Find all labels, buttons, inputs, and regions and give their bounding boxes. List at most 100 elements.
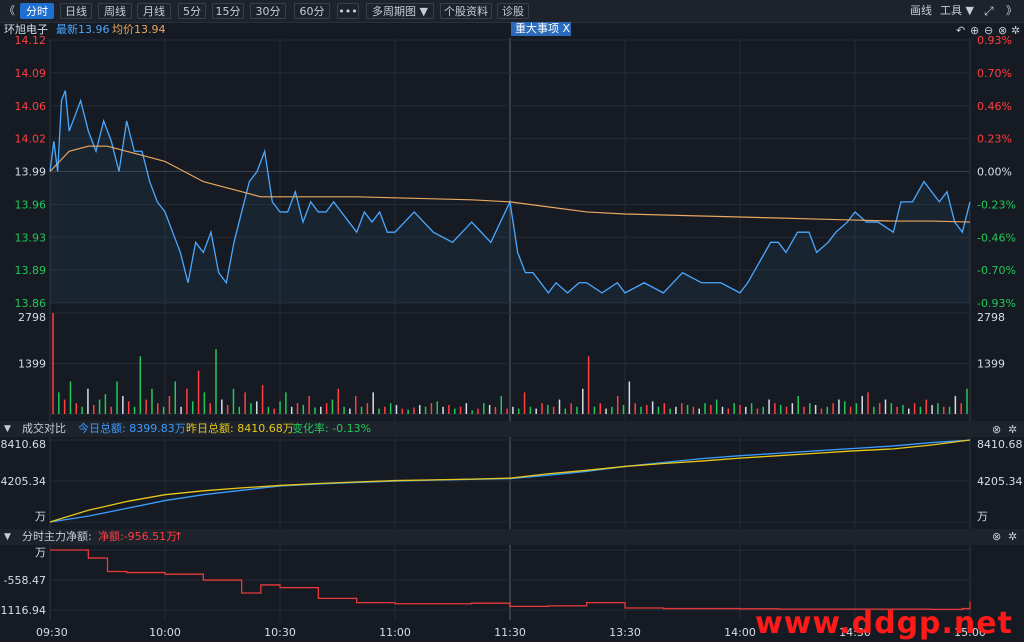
volume-bar — [721, 406, 724, 414]
volume-bar — [81, 406, 83, 414]
net-flow-value: 净额:-956.51万 — [98, 530, 178, 543]
volume-bar — [168, 395, 171, 414]
time-tick-label: 10:30 — [264, 626, 296, 639]
volume-bar — [424, 406, 427, 414]
volume-bar — [873, 406, 875, 414]
volume-bar — [750, 403, 753, 414]
volume-bar — [809, 403, 811, 414]
turnover-title: 成交对比 — [22, 422, 66, 435]
time-tick-label: 14:00 — [724, 626, 756, 639]
volume-bar — [290, 406, 293, 414]
volume-bar — [931, 404, 933, 414]
volume-bar — [564, 408, 567, 414]
volume-bar — [634, 403, 636, 414]
volume-bar — [279, 401, 281, 414]
volume-bar — [407, 409, 409, 414]
volume-bar — [389, 403, 392, 414]
volume-bar — [448, 404, 450, 414]
time-tick-label: 13:30 — [609, 626, 641, 639]
volume-bar — [133, 406, 136, 414]
turnover-tick-label: 8410.68 — [1, 438, 47, 451]
flow-tick-label: 万 — [35, 546, 46, 559]
volume-bar — [692, 406, 695, 414]
price-tick-label: 14.12 — [15, 34, 47, 47]
volume-bar — [337, 388, 340, 414]
close-icon[interactable]: ⊗ — [992, 529, 1001, 545]
volume-bar — [966, 388, 968, 414]
flow-tick-label: -1116.94 — [0, 604, 46, 617]
volume-bar — [616, 395, 619, 414]
turnover-tick-label: 4205.34 — [977, 475, 1023, 488]
volume-bar — [529, 406, 532, 414]
volume-bar — [244, 392, 246, 414]
volume-bar — [558, 399, 561, 414]
volume-bar — [308, 395, 310, 414]
turnover-tick-label: 4205.34 — [1, 475, 47, 488]
volume-bar — [366, 403, 369, 414]
gear-icon[interactable]: ✲ — [1008, 529, 1017, 545]
volume-bar — [186, 388, 188, 414]
volume-bar — [157, 403, 159, 414]
volume-bar — [250, 403, 252, 414]
price-tick-label: 14.06 — [15, 100, 47, 113]
volume-bar — [646, 404, 648, 414]
volume-bar — [867, 392, 869, 414]
volume-bar — [320, 406, 322, 414]
volume-bar — [413, 407, 415, 414]
volume-bar — [896, 406, 898, 414]
volume-bar — [913, 403, 916, 414]
volume-bar — [902, 404, 904, 414]
volume-bar — [884, 399, 887, 414]
volume-bar — [104, 394, 107, 414]
volume-bar — [52, 313, 54, 414]
volume-bar — [803, 406, 805, 414]
volume-bar — [756, 408, 759, 414]
volume-bar — [354, 395, 357, 414]
volume-bar — [174, 381, 177, 414]
volume-bar — [727, 408, 730, 414]
price-tick-label: 13.93 — [15, 231, 47, 244]
volume-bar — [663, 403, 666, 414]
change-rate: 变化率: -0.13% — [292, 422, 372, 435]
volume-bar — [838, 399, 840, 414]
volume-bar — [797, 395, 799, 414]
volume-bar — [535, 408, 537, 414]
volume-bar — [116, 381, 118, 414]
axis-labels: 14.12 0.93% 14.09 0.70% 14.06 0.46% 14.02 0.23%… — [0, 34, 1023, 639]
turnover-header: ▼ 成交对比 今日总额: 8399.83万 昨日总额: 8410.68万 变化率… — [0, 421, 1024, 437]
volume-bar — [733, 403, 735, 414]
volume-bar — [483, 403, 485, 414]
net-flow-title: 分时主力净额: — [22, 530, 92, 543]
volume-bar — [960, 403, 962, 414]
up-arrow-icon: ↑ — [174, 530, 184, 543]
yesterday-total: 昨日总额: 8410.68万 — [186, 422, 294, 435]
gear-icon[interactable]: ✲ — [1008, 424, 1017, 436]
pct-tick-label: -0.70% — [977, 264, 1016, 277]
close-icon[interactable]: ⊗ — [992, 424, 1001, 436]
time-tick-label: 11:30 — [494, 626, 526, 639]
volume-bar — [477, 408, 479, 414]
today-total: 今日总额: 8399.83万 — [78, 422, 186, 435]
volume-bar — [919, 406, 922, 414]
volume-bar — [69, 381, 72, 414]
volume-bar — [139, 356, 142, 414]
volume-bar — [314, 407, 316, 414]
price-tick-label: 14.02 — [15, 133, 47, 146]
volume-bar — [762, 406, 764, 414]
volume-bar — [430, 403, 433, 414]
volume-bar — [273, 408, 275, 414]
watermark: www.ddgp.net — [755, 606, 1013, 641]
collapse-icon[interactable]: ▼ — [4, 529, 11, 545]
volume-bar — [494, 406, 497, 414]
collapse-icon[interactable]: ▼ — [4, 421, 11, 437]
volume-bar — [593, 406, 596, 414]
price-tick-label: 13.86 — [15, 297, 47, 310]
volume-bar — [512, 406, 514, 414]
volume-bar — [843, 401, 846, 414]
volume-bar — [861, 395, 863, 414]
volume-bar — [98, 399, 101, 414]
volume-bar — [698, 408, 700, 414]
volume-bar — [826, 406, 829, 414]
flow-tick-label: -558.47 — [4, 574, 46, 587]
volume-bar — [779, 404, 782, 414]
